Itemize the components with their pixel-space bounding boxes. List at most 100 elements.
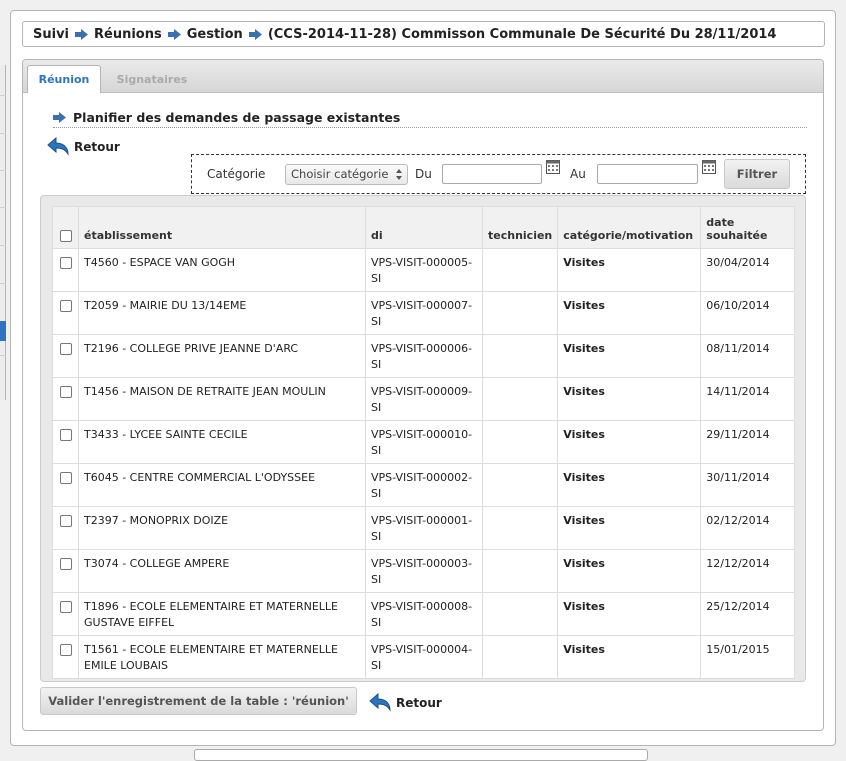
retour-link-bottom[interactable]: Retour (369, 692, 442, 714)
date-du-input[interactable] (442, 164, 542, 184)
breadcrumb-item-reunions[interactable]: Réunions (94, 27, 162, 42)
arrow-right-icon (53, 112, 66, 123)
row-checkbox-cell (52, 635, 79, 679)
row-checkbox[interactable] (59, 558, 72, 570)
row-checkbox-cell (52, 291, 79, 335)
arrow-right-icon (167, 28, 181, 40)
cell-categorie: Visites (557, 291, 702, 335)
arrow-right-icon (75, 28, 89, 40)
table-row[interactable]: T2397 - MONOPRIX DOIZE VPS-VISIT-000001-S… (52, 506, 795, 550)
cell-technicien (481, 463, 559, 507)
tab-container: Réunion Signataires Planifier des demand… (22, 59, 824, 731)
tab-bar: Réunion Signataires (23, 60, 823, 93)
cell-etablissement: T2059 - MAIRIE DU 13/14EME (78, 291, 366, 335)
left-panel-selected-item[interactable] (0, 321, 6, 341)
select-all-checkbox[interactable] (59, 230, 72, 242)
cell-date: 12/12/2014 (700, 549, 795, 593)
tab-signataires[interactable]: Signataires (105, 65, 199, 93)
table-row[interactable]: T2196 - COLLEGE PRIVE JEANNE D'ARC VPS-VI… (52, 334, 795, 378)
cell-date: 02/12/2014 (700, 506, 795, 550)
cell-di: VPS-VISIT-000004-SI (365, 635, 483, 679)
table-row[interactable]: T2059 - MAIRIE DU 13/14EME VPS-VISIT-0000… (52, 291, 795, 335)
cell-date: 14/11/2014 (700, 377, 795, 421)
cell-etablissement: T2196 - COLLEGE PRIVE JEANNE D'ARC (78, 334, 366, 378)
cell-categorie: Visites (557, 377, 702, 421)
cell-technicien (481, 248, 559, 292)
cell-etablissement: T4560 - ESPACE VAN GOGH (78, 248, 366, 292)
breadcrumb: Suivi Réunions Gestion (CCS-2014-11-28) … (22, 21, 825, 47)
cell-technicien (481, 291, 559, 335)
cell-technicien (481, 506, 559, 550)
cell-categorie: Visites (557, 506, 702, 550)
cell-technicien (481, 334, 559, 378)
table-row[interactable]: T4560 - ESPACE VAN GOGH VPS-VISIT-000005-… (52, 248, 795, 292)
retour-label: Retour (396, 696, 442, 710)
table-row[interactable]: T6045 - CENTRE COMMERCIAL L'ODYSSEE VPS-V… (52, 463, 795, 507)
cell-categorie: Visites (557, 635, 702, 679)
cell-date: 08/11/2014 (700, 334, 795, 378)
col-date[interactable]: date souhaitée (700, 206, 795, 249)
table-row[interactable]: T1456 - MAISON DE RETRAITE JEAN MOULIN VP… (52, 377, 795, 421)
cell-etablissement: T2397 - MONOPRIX DOIZE (78, 506, 366, 550)
section-title-text: Planifier des demandes de passage exista… (73, 110, 401, 125)
row-checkbox[interactable] (59, 386, 72, 398)
cell-categorie: Visites (557, 549, 702, 593)
cell-date: 30/11/2014 (700, 463, 795, 507)
calendar-icon[interactable] (546, 159, 560, 174)
cell-categorie: Visites (557, 248, 702, 292)
cell-di: VPS-VISIT-000002-SI (365, 463, 483, 507)
row-checkbox-cell (52, 334, 79, 378)
row-checkbox[interactable] (59, 601, 72, 613)
chevron-updown-icon (396, 168, 402, 180)
table-row[interactable]: T3433 - LYCEE SAINTE CECILE VPS-VISIT-000… (52, 420, 795, 464)
col-etablissement[interactable]: établissement (78, 206, 366, 249)
row-checkbox[interactable] (59, 300, 72, 312)
breadcrumb-item-current: (CCS-2014-11-28) Commisson Communale De … (267, 26, 777, 42)
col-categorie[interactable]: catégorie/motivation (557, 206, 702, 249)
row-checkbox[interactable] (59, 472, 72, 484)
left-panel-edge (0, 65, 6, 400)
retour-link-top[interactable]: Retour (47, 136, 120, 158)
filter-bar: Catégorie Choisir catégorie Du Au Filtre… (191, 154, 806, 194)
categorie-select-value: Choisir catégorie (291, 167, 389, 181)
categorie-label: Catégorie (207, 167, 266, 181)
cell-categorie: Visites (557, 463, 702, 507)
cell-technicien (481, 592, 559, 636)
valider-button[interactable]: Valider l'enregistrement de la table : '… (40, 687, 357, 715)
cell-categorie: Visites (557, 592, 702, 636)
cell-date: 30/04/2014 (700, 248, 795, 292)
table-row[interactable]: T1896 - ECOLE ELEMENTAIRE ET MATERNELLE … (52, 592, 795, 636)
bottom-bar (194, 749, 648, 761)
cell-date: 25/12/2014 (700, 592, 795, 636)
cell-technicien (481, 635, 559, 679)
retour-label: Retour (74, 140, 120, 154)
row-checkbox[interactable] (59, 644, 72, 656)
row-checkbox-cell (52, 592, 79, 636)
col-technicien[interactable]: technicien (481, 206, 559, 249)
table-body: T4560 - ESPACE VAN GOGH VPS-VISIT-000005-… (52, 248, 795, 679)
table-row[interactable]: T3074 - COLLEGE AMPERE VPS-VISIT-000003-S… (52, 549, 795, 593)
cell-di: VPS-VISIT-000008-SI (365, 592, 483, 636)
categorie-select[interactable]: Choisir catégorie (285, 163, 408, 185)
calendar-icon[interactable] (702, 159, 716, 174)
row-checkbox-cell (52, 377, 79, 421)
filtrer-button[interactable]: Filtrer (724, 159, 790, 189)
table-wrapper: établissement di technicien catégorie/mo… (40, 195, 806, 682)
row-checkbox[interactable] (59, 515, 72, 527)
tab-reunion[interactable]: Réunion (27, 65, 101, 93)
cell-etablissement: T3433 - LYCEE SAINTE CECILE (78, 420, 366, 464)
cell-di: VPS-VISIT-000003-SI (365, 549, 483, 593)
row-checkbox-cell (52, 463, 79, 507)
cell-di: VPS-VISIT-000010-SI (365, 420, 483, 464)
cell-etablissement: T6045 - CENTRE COMMERCIAL L'ODYSSEE (78, 463, 366, 507)
col-di[interactable]: di (365, 206, 483, 249)
date-au-input[interactable] (597, 164, 698, 184)
row-checkbox[interactable] (59, 257, 72, 269)
breadcrumb-item-gestion[interactable]: Gestion (187, 27, 243, 42)
back-arrow-icon (47, 136, 69, 156)
row-checkbox[interactable] (59, 429, 72, 441)
row-checkbox[interactable] (59, 343, 72, 355)
breadcrumb-item-suivi[interactable]: Suivi (33, 27, 69, 42)
cell-di: VPS-VISIT-000009-SI (365, 377, 483, 421)
table-row[interactable]: T1561 - ECOLE ELEMENTAIRE ET MATERNELLE … (52, 635, 795, 679)
